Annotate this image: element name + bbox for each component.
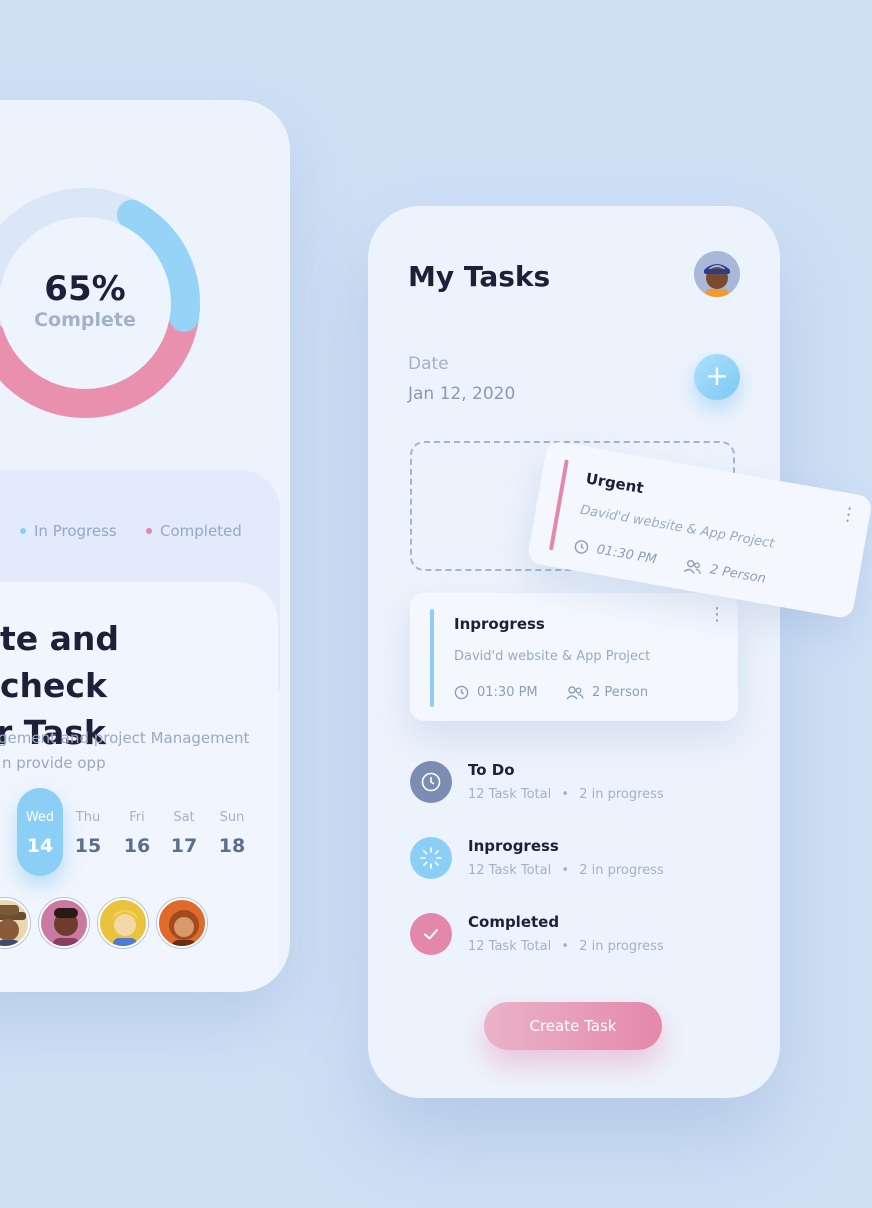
day-name: Wed	[25, 810, 55, 825]
hero-desc-line: n provide opp	[2, 754, 106, 772]
separator-dot: •	[561, 863, 570, 878]
hero-desc-line: gement and project Management	[0, 729, 250, 747]
card-time: 01:30 PM	[573, 538, 658, 568]
legend-completed: Completed	[146, 522, 242, 540]
category-title: Inprogress	[468, 837, 559, 855]
card-subtitle: David'd website & App Project	[454, 649, 651, 664]
card-people-text: 2 Person	[708, 562, 767, 587]
category-subtitle: 12 Task Total • 2 in progress	[468, 863, 664, 878]
progress-donut: 65% Complete	[0, 185, 200, 421]
card-title: Urgent	[584, 469, 645, 498]
clock-icon	[410, 761, 452, 803]
canvas: 65% Complete In Progress Completed te an…	[0, 0, 872, 1208]
separator-dot: •	[561, 787, 570, 802]
page-title: My Tasks	[408, 260, 551, 293]
category-progress: 2 in progress	[579, 787, 664, 802]
category-progress: 2 in progress	[579, 863, 664, 878]
separator-dot: •	[561, 939, 570, 954]
more-options-icon[interactable]: ⋮	[838, 503, 859, 527]
day-sun[interactable]: Sun 18	[209, 788, 255, 876]
clock-icon	[574, 540, 589, 554]
card-people-text: 2 Person	[592, 685, 649, 700]
my-tasks-screen: My Tasks Date Jan 12, 2020 + Inprogress …	[368, 206, 780, 1098]
category-completed[interactable]: Completed 12 Task Total • 2 in progress	[410, 913, 740, 973]
day-sat[interactable]: Sat 17	[161, 788, 207, 876]
card-time-text: 01:30 PM	[477, 685, 538, 700]
day-thu[interactable]: Thu 15	[65, 788, 111, 876]
people-icon	[683, 559, 701, 574]
progress-screen: 65% Complete In Progress Completed te an…	[0, 100, 290, 992]
day-name: Sat	[173, 810, 195, 825]
category-progress: 2 in progress	[579, 939, 664, 954]
day-name: Thu	[75, 810, 101, 825]
loader-icon	[410, 837, 452, 879]
progress-status: Complete	[34, 309, 136, 331]
day-date: 15	[74, 835, 102, 857]
category-total: 12 Task Total	[468, 939, 552, 954]
category-subtitle: 12 Task Total • 2 in progress	[468, 787, 664, 802]
avatar-orange[interactable]	[157, 898, 207, 948]
date-value[interactable]: Jan 12, 2020	[408, 384, 515, 404]
date-label: Date	[408, 354, 449, 374]
day-date: 18	[218, 835, 246, 857]
check-icon	[410, 913, 452, 955]
hero-title-line: te and check	[0, 619, 120, 705]
day-date: 17	[170, 835, 198, 857]
legend-dot-icon	[146, 528, 152, 534]
people-icon	[566, 685, 584, 699]
card-title: Inprogress	[454, 615, 545, 633]
category-subtitle: 12 Task Total • 2 in progress	[468, 939, 664, 954]
avatar-pink[interactable]	[39, 898, 89, 948]
plus-icon: +	[705, 359, 729, 392]
clock-icon	[454, 685, 469, 700]
day-wed[interactable]: Wed 14	[17, 788, 63, 876]
add-task-button[interactable]: +	[694, 354, 740, 400]
card-time: 01:30 PM	[454, 685, 538, 700]
task-card-inprogress[interactable]: Inprogress David'd website & App Project…	[410, 593, 738, 721]
category-inprogress[interactable]: Inprogress 12 Task Total • 2 in progress	[410, 837, 740, 897]
card-people: 2 Person	[683, 558, 767, 587]
day-date: 14	[26, 835, 54, 857]
legend-in-progress: In Progress	[20, 522, 117, 540]
day-name: Sun	[219, 810, 245, 825]
hero-description: gement and project Management n provide …	[0, 726, 260, 776]
day-name: Fri	[129, 810, 145, 825]
day-fri[interactable]: Fri 16	[114, 788, 160, 876]
week-days: Wed 14 Thu 15 Fri 16 Sat 17 Sun 18	[15, 788, 265, 878]
card-accent-bar	[430, 609, 434, 707]
category-total: 12 Task Total	[468, 863, 552, 878]
category-title: To Do	[468, 761, 515, 779]
create-task-button[interactable]: Create Task	[484, 1002, 662, 1050]
legend-dot-icon	[20, 528, 26, 534]
card-time-text: 01:30 PM	[595, 542, 658, 568]
more-options-icon[interactable]: ⋮	[708, 606, 726, 624]
category-title: Completed	[468, 913, 560, 931]
user-avatar[interactable]	[694, 251, 740, 297]
category-todo[interactable]: To Do 12 Task Total • 2 in progress	[410, 761, 740, 821]
legend-label: In Progress	[34, 522, 117, 540]
avatar-yellow[interactable]	[98, 898, 148, 948]
legend-label: Completed	[160, 522, 242, 540]
day-date: 16	[123, 835, 151, 857]
card-people: 2 Person	[566, 685, 648, 700]
category-total: 12 Task Total	[468, 787, 552, 802]
progress-percent: 65%	[44, 269, 126, 309]
card-accent-bar	[548, 459, 569, 551]
